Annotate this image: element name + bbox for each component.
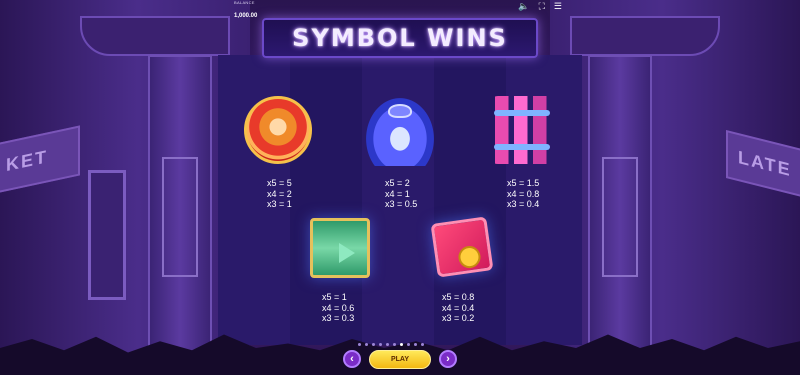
page-title: SYMBOL WINS: [292, 24, 508, 52]
pillar-right: [588, 55, 652, 355]
payout-line: x3 = 0.2: [442, 313, 475, 323]
payout-line: x3 = 1: [267, 199, 292, 209]
shop-sign-left: KET: [0, 125, 80, 195]
shop-sign-right: LATE: [726, 130, 800, 198]
top-bar: BALANCE 1,000.00 🔈 ⛶ ☰: [0, 0, 800, 20]
pagination-dot[interactable]: [400, 343, 403, 346]
payout-line: x4 = 2: [267, 188, 292, 199]
scroll-icon: [310, 218, 370, 278]
scroll-payouts: x5 = 1 x4 = 0.6 x3 = 0.3: [322, 292, 354, 324]
payout-line: x4 = 0.6: [322, 302, 355, 313]
pagination-dot[interactable]: [421, 343, 424, 346]
top-icons: 🔈 ⛶ ☰: [518, 2, 562, 11]
pillar-left: [148, 55, 212, 355]
menu-icon[interactable]: ☰: [554, 2, 562, 11]
shop-sign-left-text: KET: [6, 146, 48, 176]
payout-line: x3 = 0.3: [322, 313, 355, 323]
payout-line: x3 = 0.4: [507, 199, 540, 209]
pagination-dots: [358, 343, 424, 346]
payout-line: x5 = 1: [322, 292, 347, 302]
pagination-dot[interactable]: [372, 343, 375, 346]
drum-icon: [244, 96, 312, 164]
drum-payouts: x5 = 5 x4 = 2 x3 = 1: [267, 178, 292, 210]
payout-line: x5 = 0.8: [442, 292, 475, 302]
arrow-sign: [88, 170, 126, 300]
background-left-street: KET: [0, 0, 250, 375]
payout-line: x4 = 1: [385, 188, 410, 199]
balance-display: BALANCE 1,000.00: [234, 1, 257, 21]
payout-line: x5 = 2: [385, 178, 410, 188]
pagination-dot[interactable]: [358, 343, 361, 346]
pagination-dot[interactable]: [379, 343, 382, 346]
payout-line: x5 = 5: [267, 178, 292, 188]
payout-line: x5 = 1.5: [507, 178, 540, 188]
roof-left: [80, 16, 230, 56]
firecrackers-icon: [488, 96, 556, 164]
payout-line: x4 = 0.8: [507, 188, 540, 199]
fullscreen-icon[interactable]: ⛶: [539, 2, 545, 11]
red-envelope-payouts: x5 = 0.8 x4 = 0.4 x3 = 0.2: [442, 292, 474, 324]
balance-label: BALANCE: [234, 0, 255, 5]
pagination-dot[interactable]: [365, 343, 368, 346]
pagination-dot[interactable]: [386, 343, 389, 346]
roof-right: [570, 16, 720, 56]
teapot-icon: [366, 98, 434, 166]
firecrackers-payouts: x5 = 1.5 x4 = 0.8 x3 = 0.4: [507, 178, 539, 210]
play-button[interactable]: PLAY: [369, 350, 431, 369]
shop-sign-right-text: LATE: [738, 147, 792, 181]
red-envelope-icon: [430, 216, 494, 278]
pagination-dot[interactable]: [407, 343, 410, 346]
teapot-payouts: x5 = 2 x4 = 1 x3 = 0.5: [385, 178, 417, 210]
next-page-button[interactable]: ›: [439, 350, 457, 368]
speaker-icon[interactable]: 🔈: [518, 2, 529, 11]
payout-line: x4 = 0.4: [442, 302, 475, 313]
payout-line: x3 = 0.5: [385, 199, 418, 209]
title-banner: SYMBOL WINS: [262, 18, 538, 58]
pagination-dot[interactable]: [414, 343, 417, 346]
prev-page-button[interactable]: ‹: [343, 350, 361, 368]
balance-value: 1,000.00: [234, 13, 258, 19]
pagination-dot[interactable]: [393, 343, 396, 346]
